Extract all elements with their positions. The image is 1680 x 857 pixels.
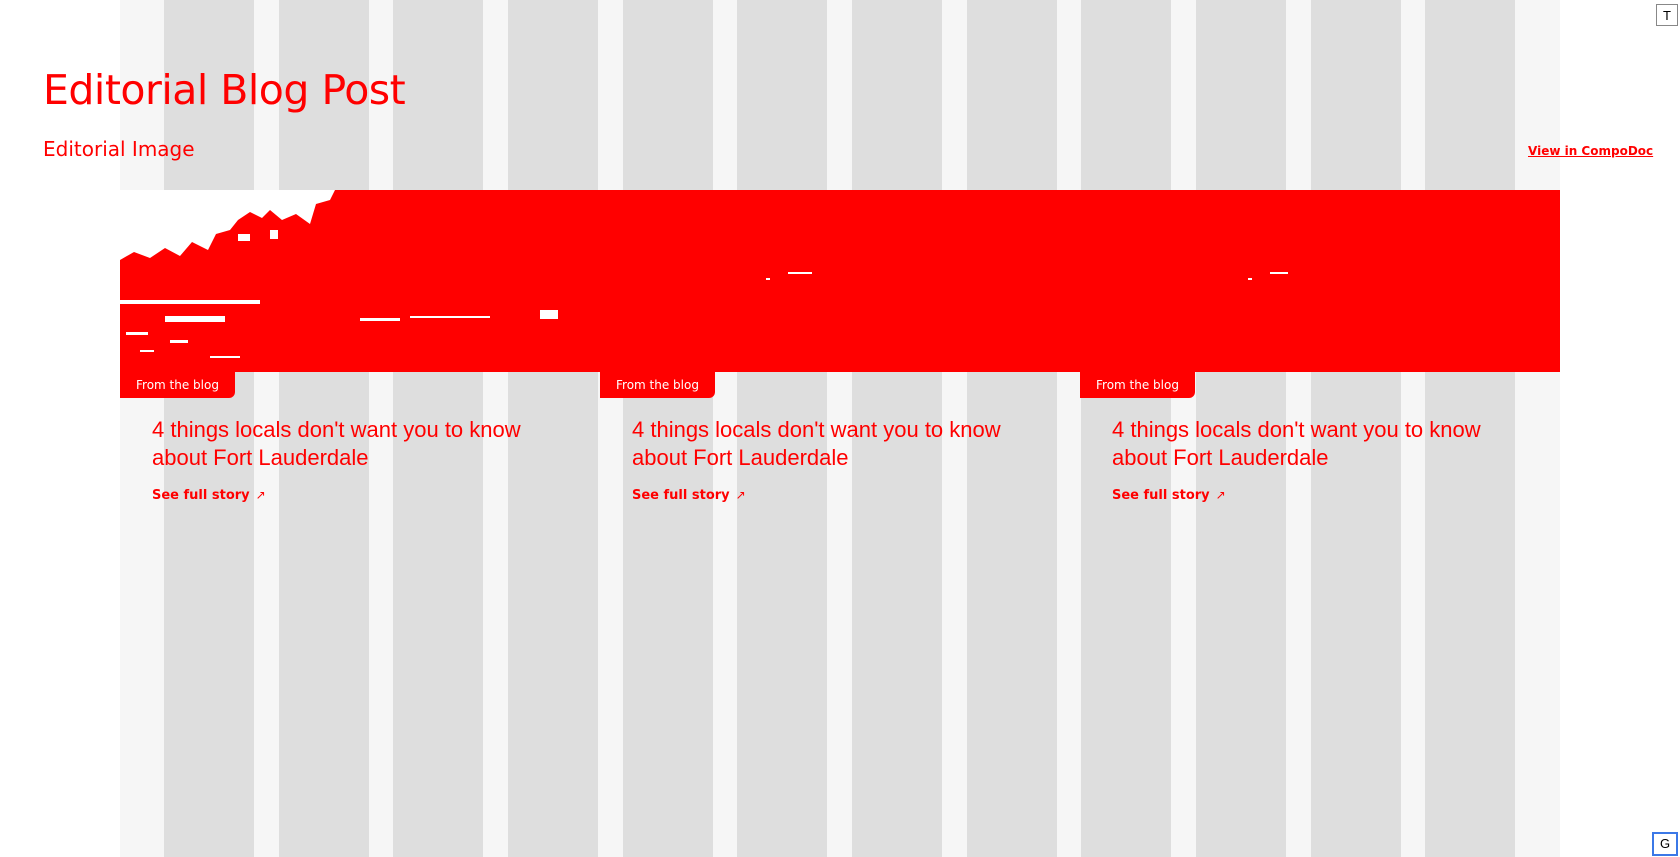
editorial-card: From the blog 4 things locals don't want… [1080,190,1560,520]
see-full-story-link[interactable]: See full story ↗ [152,488,266,503]
card-tag: From the blog [1080,372,1195,398]
page: Editorial Blog Post Editorial Image View… [0,0,1680,857]
card-title[interactable]: 4 things locals don't want you to know a… [152,416,572,472]
card-image-graphic [600,190,1080,372]
see-full-story-label: See full story [632,488,730,503]
card-tag: From the blog [600,372,715,398]
bottom-corner-button[interactable]: G [1652,832,1678,856]
card-image [120,190,600,372]
editorial-card: From the blog 4 things locals don't want… [600,190,1080,520]
arrow-up-right-icon: ↗ [735,488,746,502]
view-in-compodoc-link[interactable]: View in CompoDoc [1528,144,1653,158]
arrow-up-right-icon: ↗ [1215,488,1226,502]
card-title[interactable]: 4 things locals don't want you to know a… [1112,416,1532,472]
card-image-graphic [120,190,600,372]
card-tag: From the blog [120,372,235,398]
card-image-graphic [1080,190,1560,372]
top-corner-button[interactable]: T [1656,4,1678,26]
card-image [600,190,1080,372]
card-title[interactable]: 4 things locals don't want you to know a… [632,416,1052,472]
see-full-story-link[interactable]: See full story ↗ [1112,488,1226,503]
see-full-story-label: See full story [152,488,250,503]
card-image [1080,190,1560,372]
page-title: Editorial Blog Post [43,66,406,114]
arrow-up-right-icon: ↗ [255,488,266,502]
see-full-story-link[interactable]: See full story ↗ [632,488,746,503]
editorial-card: From the blog 4 things locals don't want… [120,190,600,520]
see-full-story-label: See full story [1112,488,1210,503]
section-title: Editorial Image [43,137,195,161]
